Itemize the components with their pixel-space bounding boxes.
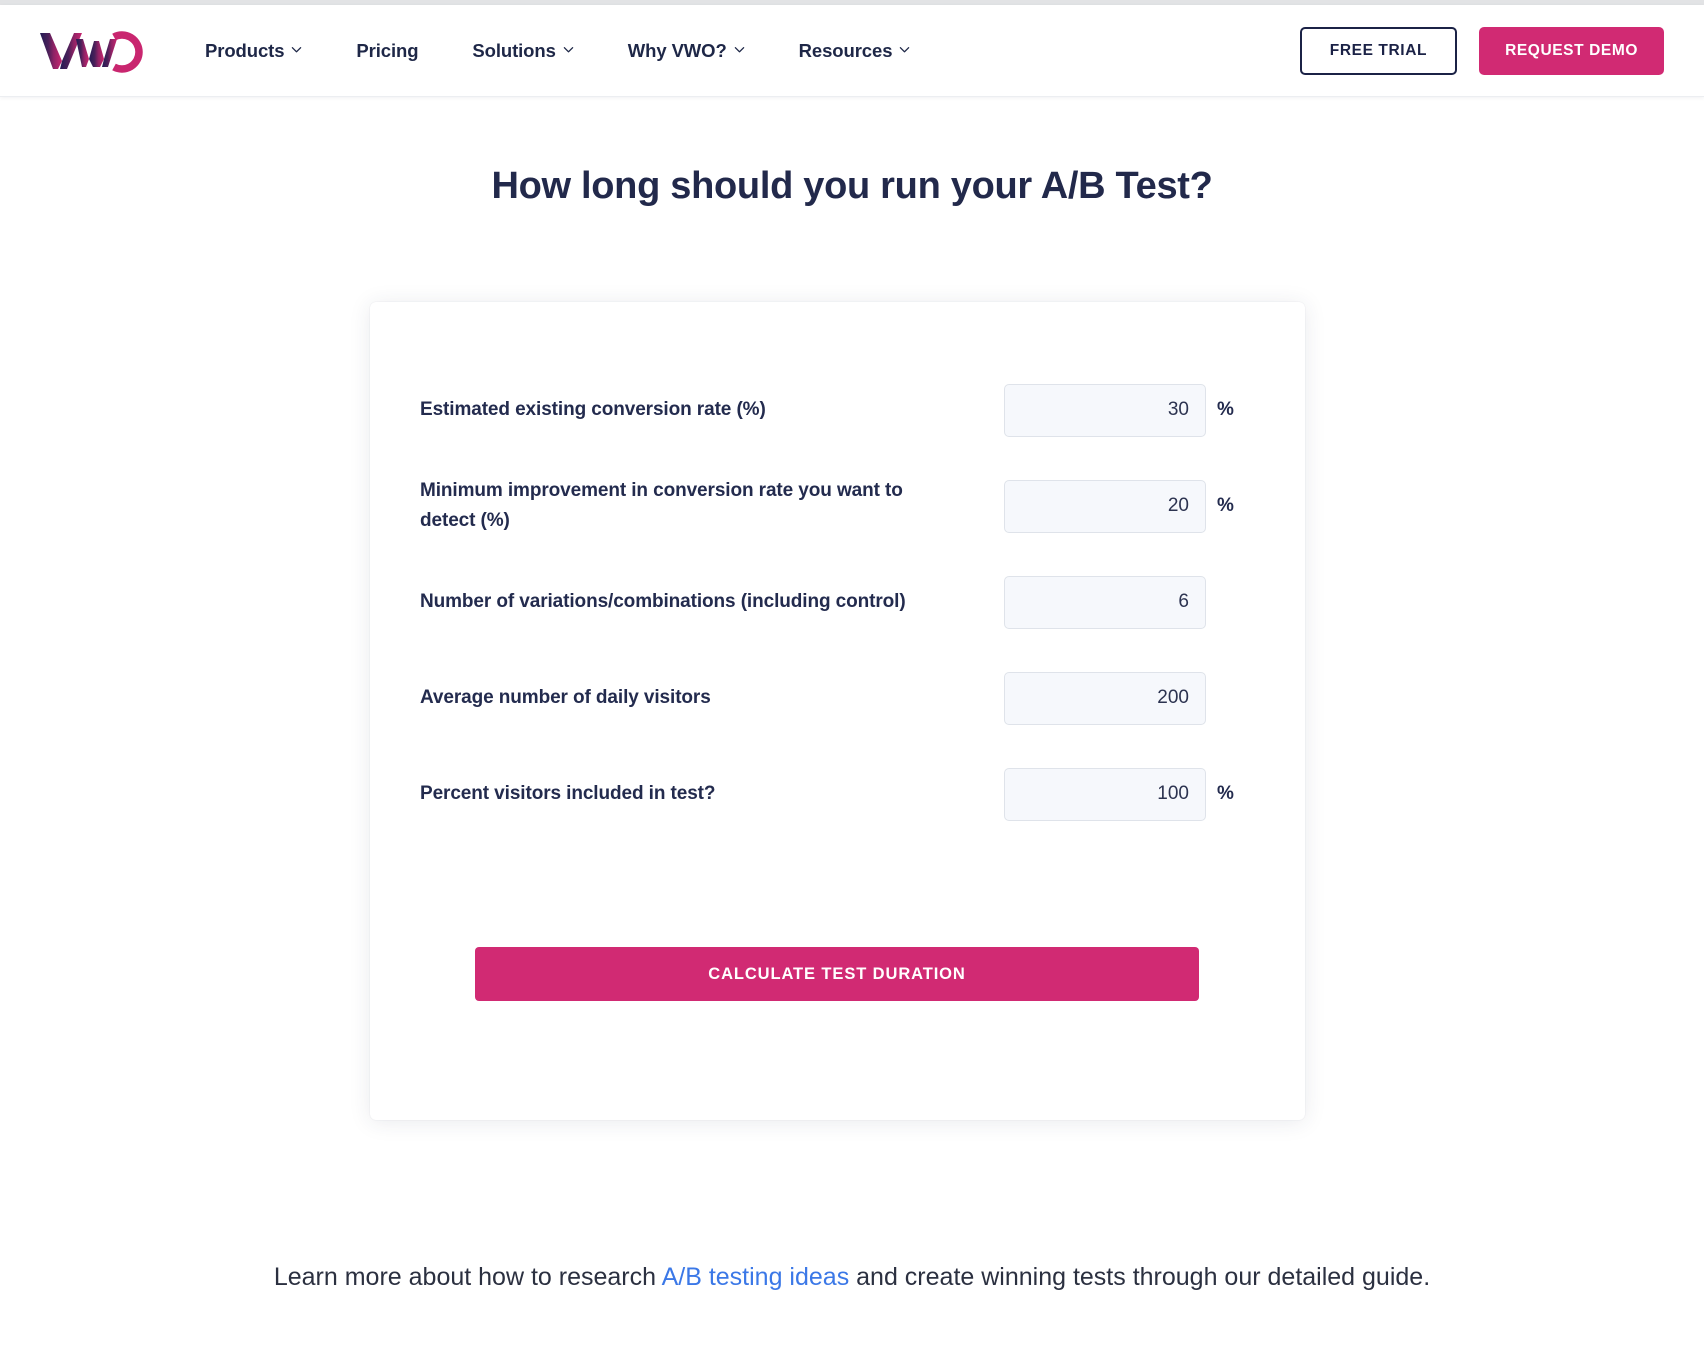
nav-label-pricing: Pricing xyxy=(356,40,419,61)
nav-item-products[interactable]: Products xyxy=(205,32,302,70)
nav-label-why-vwo: Why VWO? xyxy=(627,40,727,61)
input-percent-visitors-included[interactable] xyxy=(1004,767,1206,821)
form-row-daily-visitors: Average number of daily visitors xyxy=(420,650,1235,746)
suffix-percent-visitors-included: % xyxy=(1217,783,1234,804)
input-number-of-variations[interactable] xyxy=(1004,575,1206,629)
ab-test-duration-calculator-card: Estimated existing conversion rate (%) %… xyxy=(370,302,1305,1120)
field-percent-visitors-included: % xyxy=(1004,767,1235,821)
learn-more-text: Learn more about how to research A/B tes… xyxy=(0,1257,1704,1298)
vwo-logo-icon xyxy=(40,31,143,73)
input-daily-visitors[interactable] xyxy=(1004,671,1206,725)
learn-more-before: Learn more about how to research xyxy=(273,1263,662,1291)
label-daily-visitors: Average number of daily visitors xyxy=(420,687,711,709)
label-existing-conversion-rate: Estimated existing conversion rate (%) xyxy=(420,399,766,421)
form-row-minimum-improvement: Minimum improvement in conversion rate y… xyxy=(420,458,1235,554)
chevron-down-icon xyxy=(899,44,910,55)
chevron-down-icon xyxy=(291,44,302,55)
nav-label-solutions: Solutions xyxy=(472,40,556,61)
field-existing-conversion-rate: % xyxy=(1004,383,1235,437)
nav-item-pricing[interactable]: Pricing xyxy=(356,32,418,70)
page-root: Products Pricing Solutions Why VWO? Reso… xyxy=(0,0,1704,1354)
site-header: Products Pricing Solutions Why VWO? Reso… xyxy=(0,5,1704,97)
nav-label-resources: Resources xyxy=(798,40,893,61)
input-minimum-improvement[interactable] xyxy=(1004,479,1206,533)
nav-item-resources[interactable]: Resources xyxy=(799,32,911,70)
request-demo-button[interactable]: REQUEST DEMO xyxy=(1479,27,1664,75)
header-actions: FREE TRIAL REQUEST DEMO xyxy=(1299,5,1664,97)
ab-testing-ideas-link[interactable]: A/B testing ideas xyxy=(662,1263,850,1291)
page-title: How long should you run your A/B Test? xyxy=(491,165,1213,207)
calculator-form: Estimated existing conversion rate (%) %… xyxy=(370,302,1305,842)
vwo-logo[interactable] xyxy=(36,23,148,73)
suffix-percent-existing-conversion-rate: % xyxy=(1217,399,1234,420)
chevron-down-icon xyxy=(563,44,574,55)
label-number-of-variations: Number of variations/combinations (inclu… xyxy=(420,591,906,613)
input-existing-conversion-rate[interactable] xyxy=(1004,383,1206,437)
field-number-of-variations xyxy=(1004,575,1235,629)
free-trial-button[interactable]: FREE TRIAL xyxy=(1299,27,1458,75)
nav-item-solutions[interactable]: Solutions xyxy=(472,32,574,70)
form-row-percent-visitors-included: Percent visitors included in test? % xyxy=(420,746,1235,842)
nav-label-products: Products xyxy=(205,40,285,61)
field-daily-visitors xyxy=(1004,671,1235,725)
primary-nav: Products Pricing Solutions Why VWO? Reso… xyxy=(205,5,910,97)
label-percent-visitors-included: Percent visitors included in test? xyxy=(420,783,716,805)
form-row-number-of-variations: Number of variations/combinations (inclu… xyxy=(420,554,1235,650)
label-minimum-improvement: Minimum improvement in conversion rate y… xyxy=(420,480,903,531)
learn-more-after: and create winning tests through our det… xyxy=(849,1263,1431,1291)
field-minimum-improvement: % xyxy=(1004,479,1235,533)
form-row-existing-conversion-rate: Estimated existing conversion rate (%) % xyxy=(420,362,1235,458)
nav-item-why-vwo[interactable]: Why VWO? xyxy=(628,32,745,70)
chevron-down-icon xyxy=(734,44,745,55)
suffix-percent-minimum-improvement: % xyxy=(1217,495,1234,516)
calculate-test-duration-button[interactable]: CALCULATE TEST DURATION xyxy=(475,947,1199,1001)
